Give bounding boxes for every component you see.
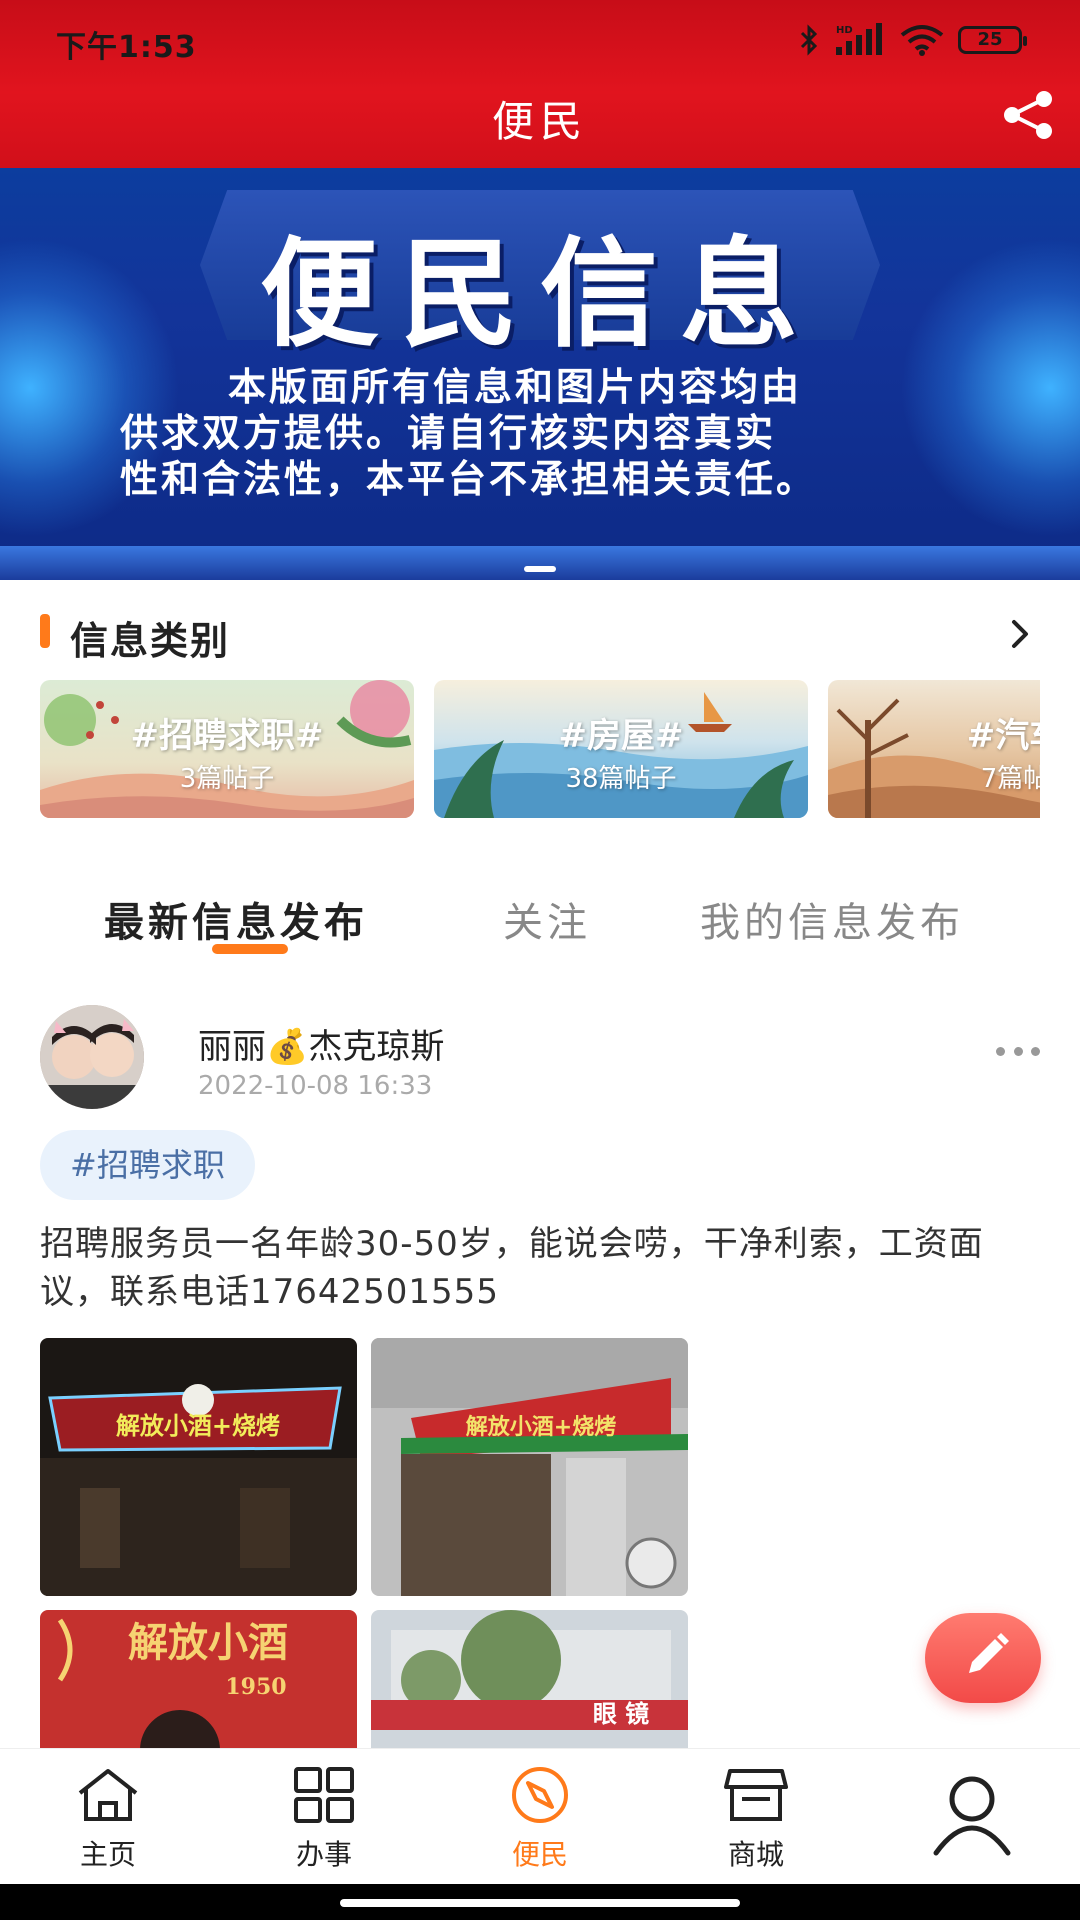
wifi-icon bbox=[900, 25, 944, 56]
share-icon[interactable] bbox=[1000, 90, 1056, 140]
photo-image: 解放小酒+烧烤 bbox=[371, 1338, 688, 1596]
post-author[interactable]: 丽丽💰杰克琼斯 bbox=[198, 1019, 444, 1068]
tab-latest[interactable]: 最新信息发布 bbox=[104, 890, 368, 948]
tabbar-label: 便民 bbox=[511, 1838, 568, 1871]
photo-sign: 眼 镜 bbox=[593, 1700, 649, 1728]
tabbar-label: 主页 bbox=[79, 1838, 136, 1871]
banner-title: 便民信息 bbox=[259, 225, 820, 363]
page-title: 便民 bbox=[491, 97, 588, 146]
category-card-housing[interactable]: #房屋# 38篇帖子 bbox=[434, 680, 808, 818]
banner-line-1: 本版面所有信息和图片内容均由 bbox=[228, 365, 803, 409]
battery-indicator: 25 bbox=[958, 26, 1027, 54]
profile-icon bbox=[933, 1776, 1011, 1856]
feed-tabs: 最新信息发布 关注 我的信息发布 bbox=[0, 880, 1080, 960]
category-count: 38篇帖子 bbox=[565, 764, 677, 794]
photo-sign: 解放小酒 bbox=[128, 1620, 288, 1666]
tabbar-services[interactable]: 办事 bbox=[244, 1749, 404, 1885]
tabbar-mall[interactable]: 商城 bbox=[676, 1749, 836, 1885]
new-post-button[interactable] bbox=[925, 1613, 1041, 1703]
tabbar-profile[interactable] bbox=[892, 1749, 1052, 1885]
tabbar-label: 商城 bbox=[727, 1838, 784, 1871]
section-accent-bar bbox=[40, 614, 50, 648]
photo-year: 1950 bbox=[225, 1674, 286, 1700]
category-count: 3篇帖子 bbox=[179, 764, 275, 794]
status-bar: 下午1:53 HD 25 bbox=[0, 0, 1080, 80]
post-body: 招聘服务员一名年龄30-50岁，能说会唠，干净利索，工资面议，联系电话17642… bbox=[40, 1224, 984, 1312]
photo-sign: 解放小酒+烧烤 bbox=[466, 1414, 616, 1440]
carousel-indicator bbox=[524, 566, 556, 572]
tabbar-label: 办事 bbox=[295, 1838, 352, 1871]
home-icon bbox=[78, 1769, 138, 1821]
home-indicator[interactable] bbox=[340, 1899, 740, 1907]
category-list: #招聘求职# 3篇帖子 #房屋# 38篇帖子 #汽车 7篇帖 bbox=[40, 680, 1040, 820]
bluetooth-icon bbox=[800, 24, 818, 56]
tab-following[interactable]: 关注 bbox=[503, 890, 591, 948]
tabbar-home[interactable]: 主页 bbox=[28, 1749, 188, 1885]
photo-image: 解放小酒+烧烤 bbox=[40, 1338, 357, 1596]
status-time: 下午1:53 bbox=[56, 30, 197, 65]
compass-icon bbox=[512, 1767, 568, 1823]
category-card-jobs[interactable]: #招聘求职# 3篇帖子 bbox=[40, 680, 414, 818]
avatar[interactable] bbox=[40, 1005, 144, 1109]
signal-icon: HD bbox=[836, 23, 882, 55]
app-header: 下午1:53 HD 25 便民 bbox=[0, 0, 1080, 168]
post-tag[interactable]: #招聘求职 bbox=[40, 1130, 255, 1200]
post-photo[interactable]: 解放小酒+烧烤 bbox=[40, 1338, 357, 1596]
active-tab-indicator bbox=[212, 944, 288, 954]
banner-disclaimer: 本版面所有信息和图片内容均由 供求双方提供。请自行核实内容真实 性和合法性，本平… bbox=[120, 364, 980, 502]
post-photo[interactable]: 解放小酒+烧烤 bbox=[371, 1338, 688, 1596]
system-home-bar bbox=[0, 1884, 1080, 1920]
tab-my-posts[interactable]: 我的信息发布 bbox=[700, 890, 964, 948]
grid-icon bbox=[294, 1767, 354, 1823]
post-timestamp: 2022-10-08 16:33 bbox=[198, 1071, 433, 1101]
category-count: 7篇帖 bbox=[980, 764, 1040, 794]
avatar-image bbox=[40, 1005, 144, 1109]
category-name: #房屋# bbox=[558, 716, 684, 756]
category-section-header: 信息类别 bbox=[40, 610, 1040, 663]
status-icons: HD 25 bbox=[798, 22, 1027, 58]
banner-line-3: 性和合法性，本平台不承担相关责任。 bbox=[120, 457, 818, 501]
store-icon bbox=[724, 1769, 788, 1821]
tabbar-convenience[interactable]: 便民 bbox=[460, 1749, 620, 1885]
banner-bottom-strip bbox=[0, 546, 1080, 580]
chevron-right-icon[interactable] bbox=[1000, 614, 1040, 654]
banner-line-2: 供求双方提供。请自行核实内容真实 bbox=[120, 411, 777, 455]
photo-sign: 解放小酒+烧烤 bbox=[116, 1412, 280, 1440]
network-type: HD bbox=[836, 25, 853, 36]
bottom-tab-bar: 主页 办事 便民 商城 bbox=[0, 1748, 1080, 1884]
banner-carousel[interactable]: 便民信息 本版面所有信息和图片内容均由 供求双方提供。请自行核实内容真实 性和合… bbox=[0, 168, 1080, 580]
category-name: #汽车 bbox=[966, 716, 1040, 756]
section-title: 信息类别 bbox=[70, 619, 231, 663]
category-card-cars[interactable]: #汽车 7篇帖 bbox=[828, 680, 1040, 818]
category-name: #招聘求职# bbox=[130, 716, 324, 756]
pencil-icon bbox=[969, 1633, 1009, 1673]
more-options-icon[interactable] bbox=[996, 1047, 1040, 1061]
